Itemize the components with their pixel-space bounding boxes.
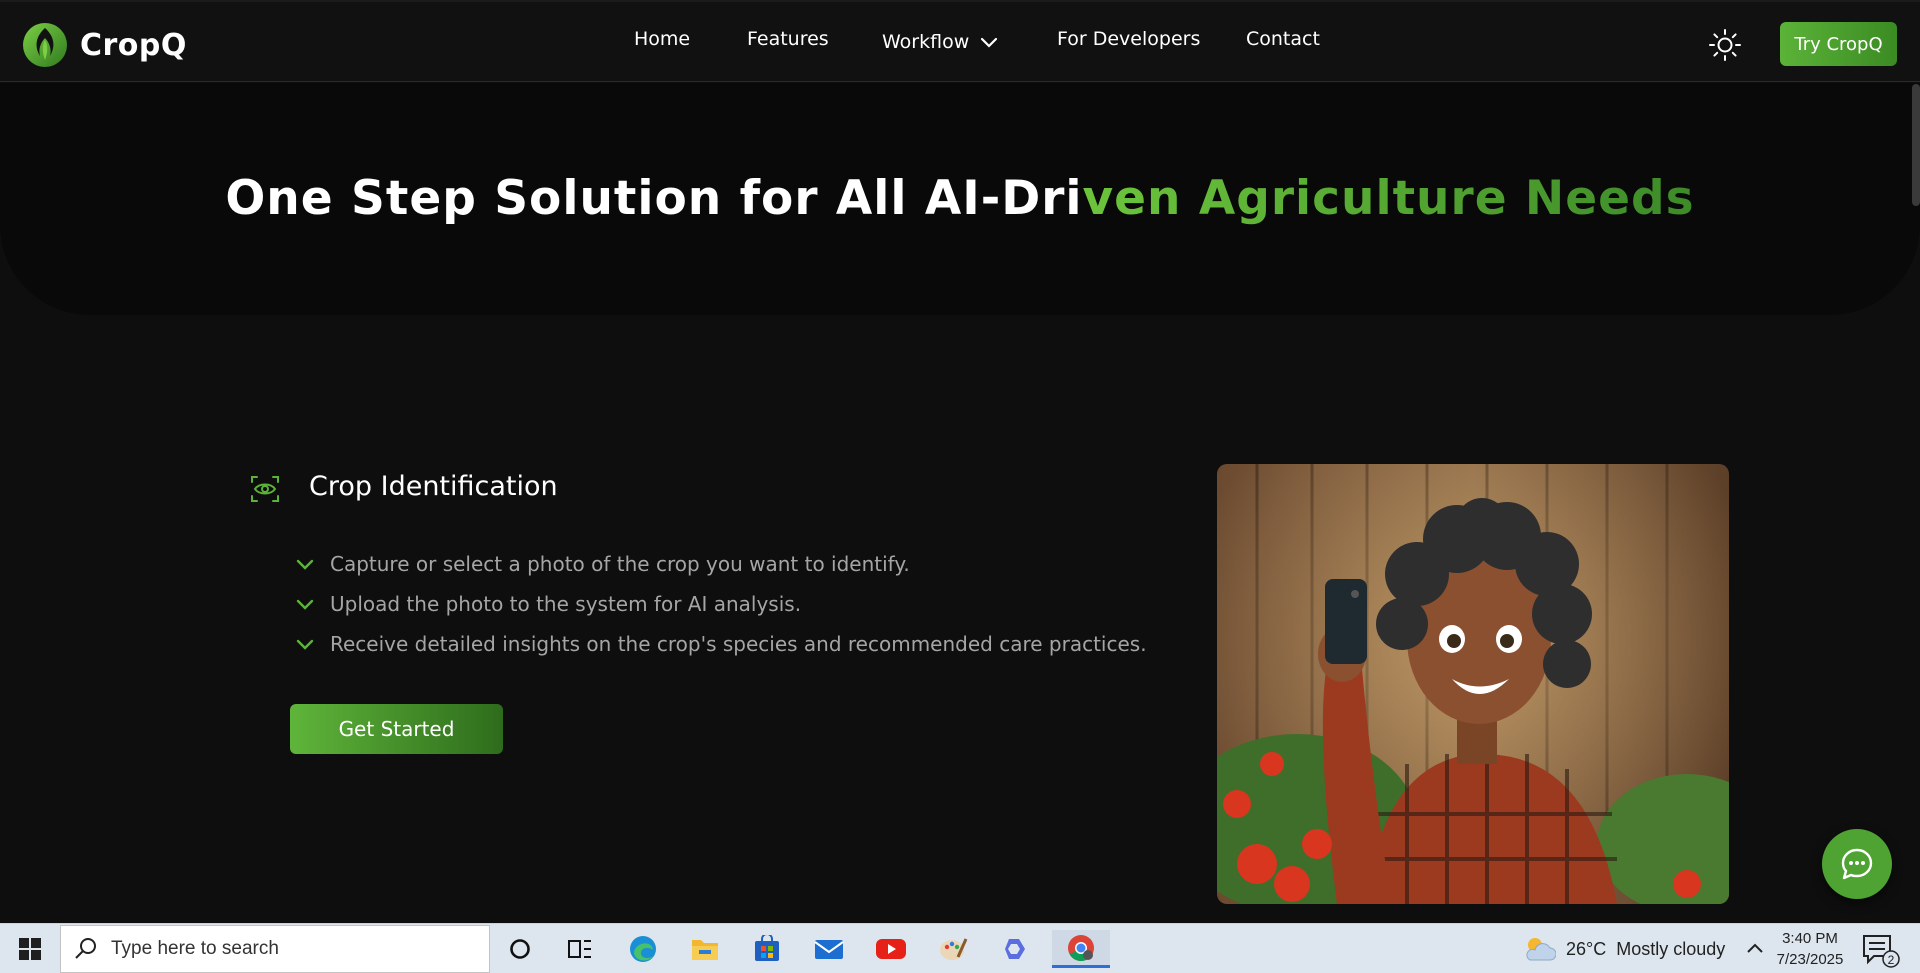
taskbar-clock[interactable]: 3:40 PM 7/23/2025 — [1772, 928, 1848, 970]
feature-title: Crop Identification — [309, 471, 558, 502]
sun-icon[interactable] — [1708, 28, 1742, 62]
copilot-icon[interactable] — [990, 930, 1040, 968]
step-text: Receive detailed insights on the crop's … — [330, 632, 1147, 656]
chat-button[interactable] — [1822, 829, 1892, 899]
weather-widget[interactable]: 26°C Mostly cloudy — [1522, 924, 1725, 973]
mail-icon[interactable] — [804, 930, 854, 968]
hero-title-green: ven Agriculture Needs — [1082, 171, 1695, 226]
check-icon — [296, 559, 314, 570]
step-text: Upload the photo to the system for AI an… — [330, 592, 802, 616]
weather-condition: Mostly cloudy — [1616, 938, 1726, 959]
clock-date: 7/23/2025 — [1776, 951, 1844, 968]
nav-for-developers[interactable]: For Developers — [1057, 28, 1200, 50]
top-navbar: CropQ Home Features Workflow For Develop… — [0, 0, 1920, 82]
start-button[interactable] — [0, 924, 60, 973]
chevron-down-icon — [981, 37, 998, 48]
task-view-icon[interactable] — [555, 930, 605, 968]
nav-workflow-dropdown[interactable]: Workflow — [882, 31, 999, 53]
taskbar-search-box[interactable]: Type here to search — [60, 925, 490, 973]
file-explorer-icon[interactable] — [680, 930, 730, 968]
check-icon — [296, 639, 314, 650]
page-scrollbar[interactable] — [1912, 84, 1920, 206]
youtube-icon[interactable] — [866, 930, 916, 968]
windows-taskbar: Type here to search 26°C Mostly cloudy 3… — [0, 923, 1920, 973]
list-item: Capture or select a photo of the crop yo… — [294, 544, 1147, 584]
search-placeholder: Type here to search — [111, 938, 279, 959]
feature-steps-list: Capture or select a photo of the crop yo… — [294, 544, 1147, 664]
eye-scan-icon — [251, 476, 279, 502]
hero-title: One Step Solution for All AI-Driven Agri… — [0, 171, 1920, 226]
chat-icon — [1841, 848, 1873, 880]
windows-logo-icon — [19, 938, 41, 960]
paint-icon[interactable] — [928, 930, 978, 968]
hero-section: One Step Solution for All AI-Driven Agri… — [0, 83, 1920, 315]
chrome-icon[interactable] — [1052, 930, 1110, 968]
main-nav: Home Features Workflow For Developers Co… — [0, 28, 1920, 58]
nav-home[interactable]: Home — [634, 28, 690, 50]
edge-icon[interactable] — [618, 930, 668, 968]
nav-features[interactable]: Features — [747, 28, 829, 50]
partly-cloudy-icon — [1526, 938, 1556, 961]
weather-temp: 26°C — [1566, 938, 1607, 959]
notification-count: 2 — [1888, 953, 1895, 967]
chevron-up-icon[interactable] — [1742, 936, 1768, 962]
get-started-button[interactable]: Get Started — [290, 704, 503, 754]
nav-workflow-label: Workflow — [882, 31, 970, 53]
hero-title-white: One Step Solution for All AI-Dri — [225, 171, 1083, 226]
cortana-icon[interactable] — [495, 930, 545, 968]
nav-contact[interactable]: Contact — [1246, 28, 1320, 50]
store-icon[interactable] — [742, 930, 792, 968]
list-item: Receive detailed insights on the crop's … — [294, 624, 1147, 664]
clock-time: 3:40 PM — [1782, 930, 1838, 947]
notification-center-icon[interactable]: 2 — [1860, 932, 1900, 968]
try-cropq-button[interactable]: Try CropQ — [1780, 22, 1897, 66]
search-icon — [75, 938, 96, 959]
step-text: Capture or select a photo of the crop yo… — [330, 552, 910, 576]
list-item: Upload the photo to the system for AI an… — [294, 584, 1147, 624]
check-icon — [296, 599, 314, 610]
farmer-illustration-image — [1217, 464, 1729, 904]
